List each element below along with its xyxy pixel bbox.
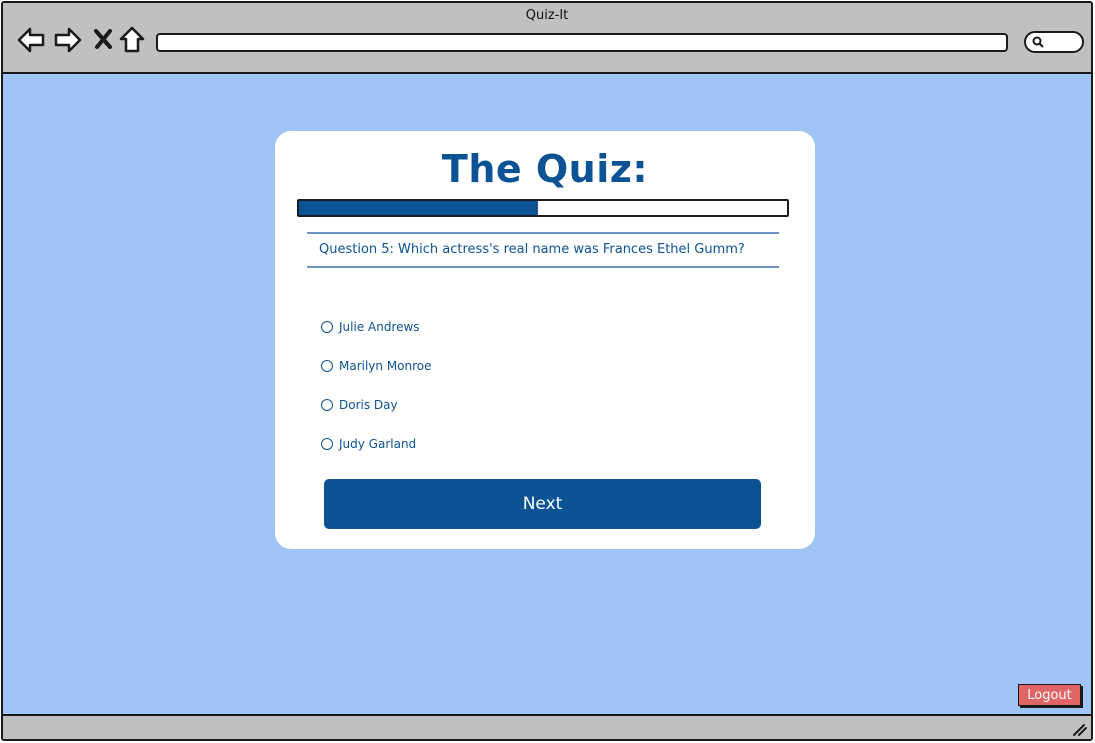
home-icon bbox=[119, 26, 145, 53]
page-content: The Quiz: Question 5: Which actress's re… bbox=[3, 76, 1091, 716]
browser-toolbar: Quiz-It bbox=[3, 3, 1091, 74]
answer-option-label: Doris Day bbox=[339, 397, 398, 412]
answer-option[interactable]: Judy Garland bbox=[321, 424, 432, 463]
next-button[interactable]: Next bbox=[324, 479, 761, 529]
logout-button[interactable]: Logout bbox=[1018, 684, 1081, 706]
question-box: Question 5: Which actress's real name wa… bbox=[307, 232, 779, 268]
answer-option-label: Judy Garland bbox=[339, 436, 417, 451]
answer-option[interactable]: Julie Andrews bbox=[321, 307, 432, 346]
answer-option[interactable]: Marilyn Monroe bbox=[321, 346, 432, 385]
stop-button[interactable] bbox=[89, 25, 119, 55]
window-title: Quiz-It bbox=[525, 8, 569, 23]
radio-button[interactable] bbox=[321, 359, 333, 372]
address-bar[interactable] bbox=[156, 33, 1008, 52]
forward-arrow-icon bbox=[54, 27, 82, 53]
home-button[interactable] bbox=[117, 25, 147, 55]
quiz-progress-fill bbox=[299, 201, 539, 215]
answer-options: Julie Andrews Marilyn Monroe Doris Day J… bbox=[321, 307, 432, 463]
radio-button[interactable] bbox=[321, 437, 333, 450]
close-x-icon bbox=[94, 29, 112, 49]
status-bar bbox=[3, 714, 1091, 739]
answer-option-label: Marilyn Monroe bbox=[339, 358, 432, 373]
back-arrow-icon bbox=[17, 27, 45, 53]
browser-window: Quiz-It The Quiz: Question 5: Which actr… bbox=[1, 1, 1093, 741]
quiz-title: The Quiz: bbox=[441, 147, 649, 191]
radio-button[interactable] bbox=[321, 320, 333, 333]
search-icon bbox=[1032, 36, 1044, 48]
back-button[interactable] bbox=[16, 25, 46, 55]
answer-option-label: Julie Andrews bbox=[339, 319, 420, 334]
radio-button[interactable] bbox=[321, 398, 333, 411]
question-text: Question 5: Which actress's real name wa… bbox=[319, 242, 745, 257]
resize-grip-icon[interactable] bbox=[1071, 722, 1087, 736]
quiz-card: The Quiz: Question 5: Which actress's re… bbox=[275, 131, 815, 549]
search-button[interactable] bbox=[1024, 31, 1084, 53]
quiz-progress-bar bbox=[297, 199, 789, 217]
answer-option[interactable]: Doris Day bbox=[321, 385, 432, 424]
forward-button[interactable] bbox=[53, 25, 83, 55]
